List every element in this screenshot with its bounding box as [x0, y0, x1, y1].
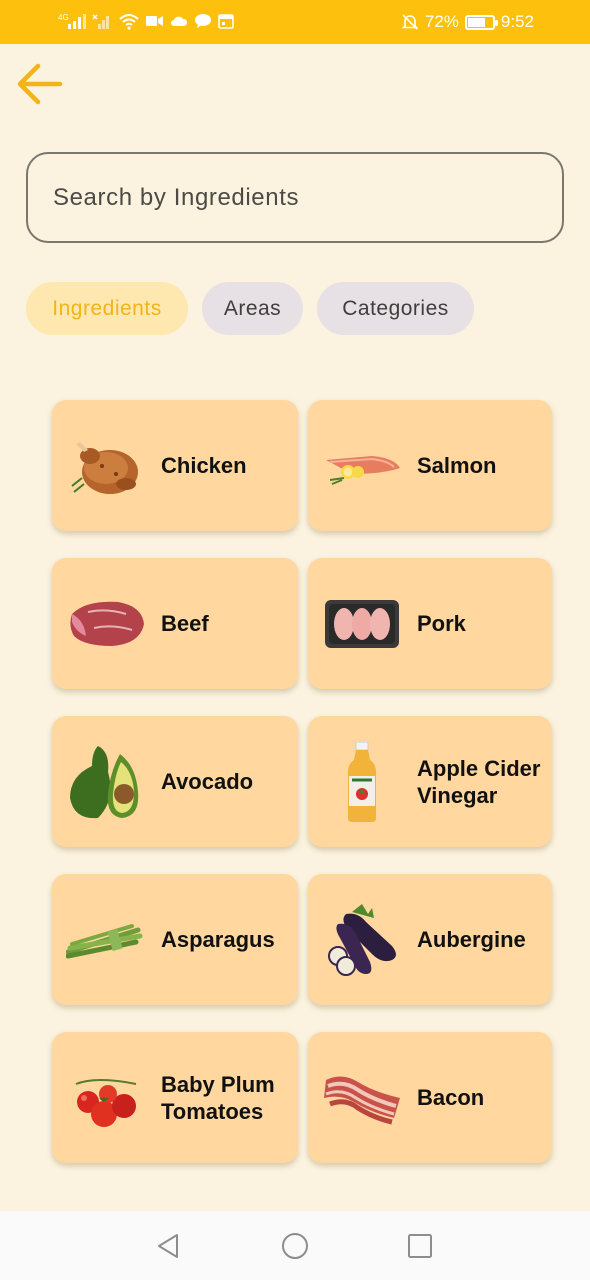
pork-image — [322, 584, 402, 664]
avocado-image — [66, 742, 146, 822]
chip-areas[interactable]: Areas — [202, 282, 303, 335]
mute-bell-icon — [401, 13, 419, 31]
ingredient-name: Baby Plum Tomatoes — [161, 1071, 275, 1124]
ingredient-card-salmon[interactable]: Salmon — [308, 400, 552, 531]
signal-icon: 4G — [58, 12, 86, 30]
chicken-image — [66, 426, 146, 506]
ingredient-card-chicken[interactable]: Chicken — [52, 400, 298, 531]
ingredient-card-apple-cider-vinegar[interactable]: Apple Cider Vinegar — [308, 716, 552, 847]
ingredient-name: Beef — [161, 611, 209, 636]
chip-ingredients[interactable]: Ingredients — [26, 282, 188, 335]
calendar-icon — [218, 13, 234, 29]
beef-image — [66, 584, 146, 664]
status-icons-right: 72% 9:52 — [401, 12, 534, 32]
tomatoes-image — [66, 1058, 146, 1138]
ingredient-name: Pork — [417, 611, 466, 636]
ingredient-card-pork[interactable]: Pork — [308, 558, 552, 689]
back-triangle-icon — [158, 1234, 178, 1258]
asparagus-image — [66, 900, 146, 980]
wifi-icon — [118, 12, 140, 30]
back-button[interactable] — [16, 60, 64, 108]
ingredient-grid: Chicken Salmon Beef Pork Avocado Apple C… — [52, 400, 552, 1163]
ingredient-card-asparagus[interactable]: Asparagus — [52, 874, 298, 1005]
ingredient-card-baby-plum-tomatoes[interactable]: Baby Plum Tomatoes — [52, 1032, 298, 1163]
ingredient-name: Asparagus — [161, 927, 275, 952]
nav-recents-button[interactable] — [405, 1231, 435, 1261]
ingredient-name: Aubergine — [417, 927, 526, 952]
status-icons-left: 4G — [58, 12, 234, 30]
network-type-label: 4G — [58, 13, 69, 22]
ingredient-name: Avocado — [161, 769, 254, 794]
battery-icon — [464, 14, 498, 30]
ingredient-card-avocado[interactable]: Avocado — [52, 716, 298, 847]
system-nav-bar — [0, 1211, 590, 1280]
salmon-image — [322, 426, 402, 506]
status-bar: 4G 72% 9:52 — [0, 0, 590, 44]
ingredient-name: Apple Cider Vinegar — [417, 755, 541, 808]
nav-back-button[interactable] — [154, 1231, 184, 1261]
ingredient-card-beef[interactable]: Beef — [52, 558, 298, 689]
arrow-left-icon — [17, 63, 63, 105]
search-field[interactable] — [26, 152, 564, 243]
search-input[interactable] — [53, 183, 562, 212]
chat-icon — [194, 13, 212, 29]
nav-home-button[interactable] — [280, 1231, 310, 1261]
home-circle-icon — [282, 1233, 308, 1259]
clock: 9:52 — [500, 12, 534, 31]
battery-fill — [467, 17, 486, 27]
aubergine-image — [322, 900, 402, 980]
ingredient-name: Bacon — [417, 1085, 485, 1110]
battery-percent: 72% — [424, 12, 459, 31]
video-icon — [146, 14, 164, 28]
vinegar-bottle-image — [322, 741, 402, 822]
ingredient-card-bacon[interactable]: Bacon — [308, 1032, 552, 1163]
recents-square-icon — [408, 1234, 432, 1258]
ingredient-name: Chicken — [161, 453, 247, 478]
ingredient-name: Salmon — [417, 453, 497, 478]
cloud-icon — [170, 14, 188, 28]
bacon-image — [322, 1058, 402, 1138]
signal-icon-2 — [92, 12, 112, 30]
filter-chips: Ingredients Areas Categories — [26, 282, 474, 335]
chip-categories[interactable]: Categories — [317, 282, 474, 335]
ingredient-card-aubergine[interactable]: Aubergine — [308, 874, 552, 1005]
